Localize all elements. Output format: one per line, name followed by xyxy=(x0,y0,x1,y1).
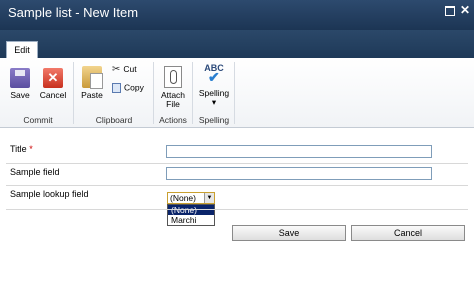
spelling-icon: ABC ✔ xyxy=(204,63,224,85)
group-divider xyxy=(73,62,74,124)
required-marker: * xyxy=(29,144,33,154)
close-icon[interactable]: ✕ xyxy=(459,4,471,16)
paste-icon xyxy=(82,66,103,89)
chevron-down-icon: ▾ xyxy=(211,97,217,107)
cancel-button-label: Cancel xyxy=(39,90,67,100)
group-label-spelling: Spelling xyxy=(198,115,230,125)
title-input[interactable] xyxy=(166,145,432,158)
field-label-sample-field: Sample field xyxy=(10,167,60,177)
copy-icon xyxy=(112,83,121,93)
maximize-icon[interactable] xyxy=(443,4,455,16)
save-icon xyxy=(10,68,30,88)
cut-button-label: Cut xyxy=(123,64,137,74)
group-label-clipboard: Clipboard xyxy=(95,115,133,125)
group-divider xyxy=(234,62,235,124)
attach-file-button[interactable]: Attach File xyxy=(158,66,188,109)
dialog-title: Sample list - New Item xyxy=(8,5,139,20)
cancel-button[interactable]: ✕ Cancel xyxy=(37,68,69,100)
select-value: (None) xyxy=(170,193,196,203)
chevron-down-icon[interactable]: ▼ xyxy=(204,193,214,203)
option-marchi[interactable]: Marchi xyxy=(168,215,214,225)
row-divider xyxy=(6,163,468,164)
save-button-label: Save xyxy=(10,90,30,100)
group-label-commit: Commit xyxy=(23,115,53,125)
paste-button-label: Paste xyxy=(81,90,103,100)
ribbon-tabstrip: Edit xyxy=(0,30,474,59)
row-divider xyxy=(6,185,468,186)
save-button[interactable]: Save xyxy=(6,68,34,100)
scissors-icon: ✂ xyxy=(112,64,121,76)
copy-button-label: Copy xyxy=(124,82,144,93)
field-label-title: Title * xyxy=(10,144,33,154)
attach-file-label-line2: File xyxy=(166,99,180,109)
tab-edit[interactable]: Edit xyxy=(6,41,38,59)
cancel-icon: ✕ xyxy=(43,68,63,88)
sample-lookup-select[interactable]: (None) ▼ xyxy=(167,192,215,204)
field-label-title-text: Title xyxy=(10,144,27,154)
lookup-dropdown-list: (None) Marchi xyxy=(167,204,215,226)
form-cancel-button[interactable]: Cancel xyxy=(351,225,465,241)
option-none[interactable]: (None) xyxy=(168,205,214,215)
sample-field-input[interactable] xyxy=(166,167,432,180)
ribbon: Save ✕ Cancel Commit Paste ✂ Cut Copy Cli… xyxy=(0,58,474,128)
form-save-button[interactable]: Save xyxy=(232,225,346,241)
copy-button[interactable]: Copy xyxy=(112,83,144,93)
group-label-actions: Actions xyxy=(159,115,187,125)
dialog-titlebar: Sample list - New Item ✕ xyxy=(0,0,474,30)
row-divider xyxy=(6,209,468,210)
paste-button[interactable]: Paste xyxy=(78,66,106,100)
cut-button[interactable]: ✂ Cut xyxy=(112,64,137,76)
spelling-button[interactable]: ABC ✔ Spelling ▾ xyxy=(196,64,232,107)
attach-file-icon xyxy=(164,66,182,88)
group-divider xyxy=(192,62,193,124)
field-label-sample-lookup: Sample lookup field xyxy=(10,189,89,199)
